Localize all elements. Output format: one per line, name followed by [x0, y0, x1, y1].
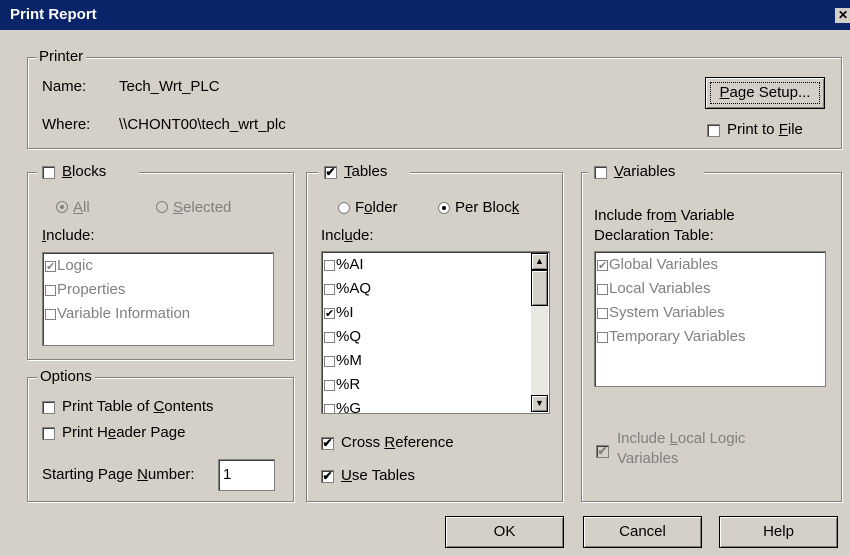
list-item-label: %R [336, 376, 361, 393]
blocks-radio-all[interactable] [56, 201, 68, 213]
list-item-label: %I [336, 304, 354, 321]
list-item[interactable]: ✔ Logic [43, 254, 273, 278]
tables-radio-per-block-label: Per Block [455, 199, 520, 216]
tables-include-list[interactable]: %AI %AQ ✔ %I %Q %M %R %G [321, 251, 550, 414]
list-item-label: System Variables [609, 304, 725, 321]
page-setup-button[interactable]: Page Setup... [705, 77, 825, 109]
list-item[interactable]: Properties [43, 278, 273, 302]
list-item[interactable]: %R [322, 373, 549, 397]
start-page-label: Starting Page Number: [42, 466, 195, 483]
list-item[interactable]: ✔ %I [322, 301, 549, 325]
use-tables-label: Use Tables [341, 467, 415, 484]
variables-include-line2: Declaration Table: [594, 227, 714, 244]
options-legend: Options [37, 368, 95, 385]
tables-checkbox[interactable]: ✔ [324, 166, 337, 179]
printer-legend: Printer [36, 48, 87, 65]
list-item[interactable]: Temporary Variables [595, 325, 825, 349]
checkbox-icon: ✔ [597, 259, 608, 272]
print-header-label: Print Header Page [62, 424, 186, 441]
variables-checkbox[interactable] [594, 166, 607, 179]
variables-legend-label: Variables [614, 163, 676, 180]
list-item-label: %AQ [336, 280, 372, 297]
cancel-button[interactable]: Cancel [583, 516, 702, 548]
list-item-label: Logic [57, 257, 93, 274]
title-bar [0, 0, 850, 30]
blocks-checkbox[interactable] [42, 166, 55, 179]
ok-button[interactable]: OK [445, 516, 564, 548]
list-item-label: Properties [57, 281, 126, 298]
blocks-legend-label: Blocks [62, 163, 107, 180]
checkbox-icon [597, 307, 608, 319]
list-item[interactable]: %AI [322, 253, 549, 277]
list-item-label: Variable Information [57, 305, 191, 322]
checkbox-icon [324, 379, 335, 391]
tables-radio-folder[interactable] [338, 202, 350, 214]
start-page-input[interactable]: 1 [218, 459, 275, 491]
blocks-include-label: Include: [42, 227, 95, 244]
tables-include-label: Include: [321, 227, 374, 244]
list-item[interactable]: %Q [322, 325, 549, 349]
list-item[interactable]: Local Variables [595, 277, 825, 301]
include-local-logic-line2: Variables [617, 450, 679, 467]
list-item[interactable]: %G [322, 397, 549, 414]
list-item[interactable]: Variable Information [43, 302, 273, 326]
blocks-radio-selected[interactable] [156, 201, 168, 213]
checkbox-icon [324, 331, 335, 343]
scroll-up-icon[interactable]: ▲ [531, 253, 548, 270]
print-toc-label: Print Table of Contents [62, 398, 214, 415]
checkbox-icon [324, 355, 335, 367]
checkbox-icon [597, 331, 608, 343]
checkbox-icon: ✔ [324, 307, 335, 320]
printer-where-label: Where: [42, 116, 91, 133]
printer-where-value: \\CHONT00\tech_wrt_plc [119, 116, 286, 133]
cross-reference-checkbox[interactable]: ✔ [321, 437, 334, 450]
list-item-label: %AI [336, 256, 364, 273]
list-item[interactable]: ✔ Global Variables [595, 253, 825, 277]
include-local-logic-checkbox[interactable]: ✔ [596, 445, 609, 458]
checkbox-icon [597, 283, 608, 295]
variables-include-line1: Include from Variable [594, 207, 735, 224]
list-item[interactable]: %M [322, 349, 549, 373]
window-title: Print Report [10, 6, 97, 23]
list-item-label: %G [336, 400, 362, 414]
help-button[interactable]: Help [719, 516, 838, 548]
checkbox-icon [324, 403, 335, 413]
page-setup-label: Page Setup... [719, 84, 811, 101]
list-item[interactable]: System Variables [595, 301, 825, 325]
list-item-label: Local Variables [609, 280, 711, 297]
blocks-radio-selected-label: Selected [173, 199, 232, 216]
checkbox-icon [45, 308, 56, 320]
checkbox-icon: ✔ [45, 260, 56, 273]
print-to-file-label: Print to File [727, 121, 803, 138]
print-header-checkbox[interactable] [42, 427, 55, 440]
checkbox-icon [45, 284, 56, 296]
scroll-down-icon[interactable]: ▼ [531, 395, 548, 412]
checkbox-icon [324, 283, 335, 295]
cross-reference-label: Cross Reference [341, 434, 454, 451]
include-local-logic-line1: Include Local Logic [617, 430, 746, 447]
list-item[interactable]: %AQ [322, 277, 549, 301]
list-item-label: Temporary Variables [609, 328, 746, 345]
list-item-label: %M [336, 352, 362, 369]
print-to-file-checkbox[interactable] [707, 124, 720, 137]
use-tables-checkbox[interactable]: ✔ [321, 470, 334, 483]
list-item-label: Global Variables [609, 256, 718, 273]
blocks-radio-all-label: All [73, 199, 90, 216]
blocks-include-list[interactable]: ✔ Logic Properties Variable Information [42, 252, 274, 346]
list-item-label: %Q [336, 328, 362, 345]
tables-legend-label: Tables [344, 163, 388, 180]
printer-name-value: Tech_Wrt_PLC [119, 78, 220, 95]
checkbox-icon [324, 259, 335, 271]
close-icon[interactable]: ✕ [835, 8, 850, 23]
printer-name-label: Name: [42, 78, 87, 95]
scroll-thumb[interactable] [531, 270, 548, 306]
tables-radio-per-block[interactable] [438, 202, 450, 214]
print-toc-checkbox[interactable] [42, 401, 55, 414]
tables-radio-folder-label: Folder [355, 199, 398, 216]
variables-include-list[interactable]: ✔ Global Variables Local Variables System… [594, 251, 826, 387]
